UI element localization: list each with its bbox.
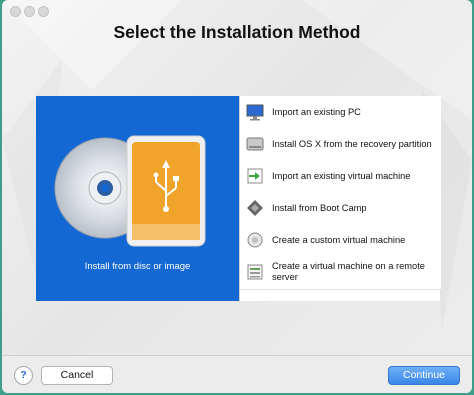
option-label: Create a virtual machine on a remote ser… (272, 261, 425, 282)
option-import-pc[interactable]: Import an existing PC (240, 96, 441, 129)
option-custom-vm[interactable]: Create a custom virtual machine (240, 224, 441, 257)
option-install-recovery[interactable]: Install OS X from the recovery partition (240, 128, 441, 161)
option-label: Install from Boot Camp (272, 202, 367, 213)
page-title: Select the Installation Method (113, 22, 361, 42)
option-label: Import an existing virtual machine (272, 170, 411, 181)
install-from-disc-option[interactable]: Install from disc or image (36, 96, 239, 301)
installation-method-panel: Install from disc or image Import an exi… (36, 96, 441, 301)
close-window-button[interactable] (10, 6, 21, 17)
minimize-window-button[interactable] (24, 6, 35, 17)
option-label: Import an existing PC (272, 106, 361, 117)
desktop-background: Select the Installation Method Install f… (0, 0, 474, 395)
hard-drive-icon (246, 137, 264, 151)
installer-window: Select the Installation Method Install f… (2, 0, 472, 393)
custom-vm-icon (247, 232, 263, 248)
option-label: Install OS X from the recovery partition (272, 138, 432, 149)
pc-monitor-icon (246, 104, 264, 121)
help-button[interactable]: ? (14, 366, 33, 385)
option-remote-server[interactable]: Create a virtual machine on a remote ser… (240, 256, 441, 290)
method-list: Import an existing PC Install OS X from … (239, 96, 441, 301)
import-vm-icon (247, 168, 263, 184)
option-import-vm[interactable]: Import an existing virtual machine (240, 160, 441, 193)
remote-server-icon (247, 264, 263, 280)
option-label: Create a custom virtual machine (272, 234, 406, 245)
zoom-window-button[interactable] (38, 6, 49, 17)
continue-button[interactable]: Continue (388, 366, 460, 385)
install-from-disc-label: Install from disc or image (84, 261, 191, 272)
footer-bar: ? Cancel Continue (2, 355, 472, 393)
cancel-button[interactable]: Cancel (41, 366, 113, 385)
option-boot-camp[interactable]: Install from Boot Camp (240, 192, 441, 225)
boot-camp-icon (247, 200, 263, 216)
